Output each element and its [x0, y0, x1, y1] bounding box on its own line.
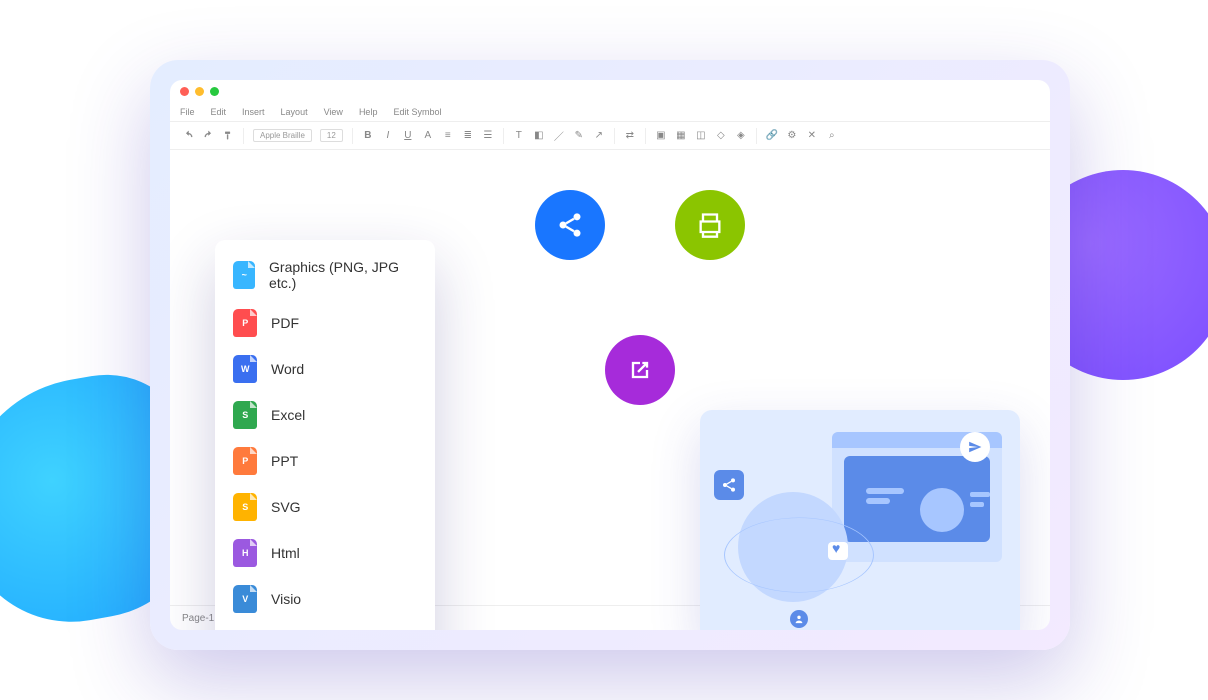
list-icon[interactable]: ☰: [480, 128, 496, 144]
table-icon[interactable]: ▦: [673, 128, 689, 144]
export-label: Excel: [271, 407, 305, 423]
align-icon[interactable]: ≡: [440, 128, 456, 144]
menu-insert[interactable]: Insert: [242, 107, 265, 117]
text-line-icon: [866, 488, 904, 494]
chart-icon[interactable]: ◫: [693, 128, 709, 144]
shape-icon[interactable]: ◇: [713, 128, 729, 144]
line-spacing-icon[interactable]: ≣: [460, 128, 476, 144]
user-icon: [790, 610, 808, 628]
menu-bar: File Edit Insert Layout View Help Edit S…: [170, 102, 1050, 122]
link-icon[interactable]: 🔗: [764, 128, 780, 144]
fill-icon[interactable]: ◧: [531, 128, 547, 144]
format-painter-icon[interactable]: [220, 128, 236, 144]
export-label: Word: [271, 361, 304, 377]
export-graphics[interactable]: ~ Graphics (PNG, JPG etc.): [215, 250, 435, 300]
close-icon[interactable]: [180, 87, 189, 96]
redo-icon[interactable]: [200, 128, 216, 144]
italic-icon[interactable]: I: [380, 128, 396, 144]
share-icon: [556, 211, 584, 239]
ppt-file-icon: P: [233, 447, 257, 475]
page-tab[interactable]: Page-1: [182, 613, 214, 624]
share-node[interactable]: [535, 190, 605, 260]
excel-file-icon: S: [233, 401, 257, 429]
browser-content-icon: [844, 456, 990, 542]
heart-icon: [828, 542, 848, 560]
export-menu: ~ Graphics (PNG, JPG etc.) P PDF W Word …: [215, 240, 435, 630]
font-size-select[interactable]: 12: [320, 129, 343, 142]
export-pdf[interactable]: P PDF: [215, 300, 435, 346]
menu-view[interactable]: View: [324, 107, 343, 117]
export-svg[interactable]: S SVG: [215, 484, 435, 530]
svg-file-icon: S: [233, 493, 257, 521]
image-file-icon: ~: [233, 261, 255, 289]
visio-file-icon: V: [233, 585, 257, 613]
export-label: SVG: [271, 499, 301, 515]
undo-icon[interactable]: [180, 128, 196, 144]
app-window: File Edit Insert Layout View Help Edit S…: [170, 80, 1050, 630]
font-color-icon[interactable]: A: [420, 128, 436, 144]
text-line-icon: [866, 498, 890, 504]
menu-edit-symbol[interactable]: Edit Symbol: [393, 107, 441, 117]
font-name-select[interactable]: Apple Braille: [253, 129, 312, 142]
export-ppt[interactable]: P PPT: [215, 438, 435, 484]
export-excel[interactable]: S Excel: [215, 392, 435, 438]
pencil-icon[interactable]: ✎: [571, 128, 587, 144]
laptop-frame: File Edit Insert Layout View Help Edit S…: [150, 60, 1070, 650]
text-line-icon: [970, 502, 984, 507]
printer-icon: [696, 211, 724, 239]
toolbar-separator: [243, 128, 244, 144]
maximize-icon[interactable]: [210, 87, 219, 96]
toolbar-separator: [756, 128, 757, 144]
menu-help[interactable]: Help: [359, 107, 378, 117]
underline-icon[interactable]: U: [400, 128, 416, 144]
connector-icon[interactable]: ⇄: [622, 128, 638, 144]
text-tool-icon[interactable]: T: [511, 128, 527, 144]
word-file-icon: W: [233, 355, 257, 383]
print-node[interactable]: [675, 190, 745, 260]
toolbar-separator: [503, 128, 504, 144]
html-file-icon: H: [233, 539, 257, 567]
export-node[interactable]: [605, 335, 675, 405]
text-line-icon: [970, 492, 990, 497]
export-label: PDF: [271, 315, 299, 331]
bold-icon[interactable]: B: [360, 128, 376, 144]
share-badge-icon: [714, 470, 744, 500]
wrench-icon[interactable]: ✕: [804, 128, 820, 144]
callout-icon[interactable]: ◈: [733, 128, 749, 144]
menu-layout[interactable]: Layout: [281, 107, 308, 117]
pdf-file-icon: P: [233, 309, 257, 337]
export-icon: [626, 356, 654, 384]
toolbar-separator: [614, 128, 615, 144]
search-icon[interactable]: ⌕: [824, 128, 840, 144]
export-word[interactable]: W Word: [215, 346, 435, 392]
arrow-icon[interactable]: ↗: [591, 128, 607, 144]
minimize-icon[interactable]: [195, 87, 204, 96]
avatar-icon: [920, 488, 964, 532]
send-icon: [960, 432, 990, 462]
menu-file[interactable]: File: [180, 107, 195, 117]
export-visio[interactable]: V Visio: [215, 576, 435, 622]
export-label: Html: [271, 545, 300, 561]
window-titlebar: [170, 80, 1050, 102]
menu-edit[interactable]: Edit: [211, 107, 227, 117]
export-label: Graphics (PNG, JPG etc.): [269, 259, 417, 291]
line-icon[interactable]: ／: [551, 128, 567, 144]
export-label: Visio: [271, 591, 301, 607]
export-label: PPT: [271, 453, 298, 469]
sharing-illustration: [700, 410, 1020, 630]
export-ps-eps[interactable]: PS PS/EPS: [215, 622, 435, 630]
toolbar-separator: [352, 128, 353, 144]
image-icon[interactable]: ▣: [653, 128, 669, 144]
toolbar: Apple Braille 12 B I U A ≡ ≣ ☰ T ◧ ／ ✎ ↗…: [170, 122, 1050, 150]
toolbar-separator: [645, 128, 646, 144]
settings-icon[interactable]: ⚙: [784, 128, 800, 144]
export-html[interactable]: H Html: [215, 530, 435, 576]
